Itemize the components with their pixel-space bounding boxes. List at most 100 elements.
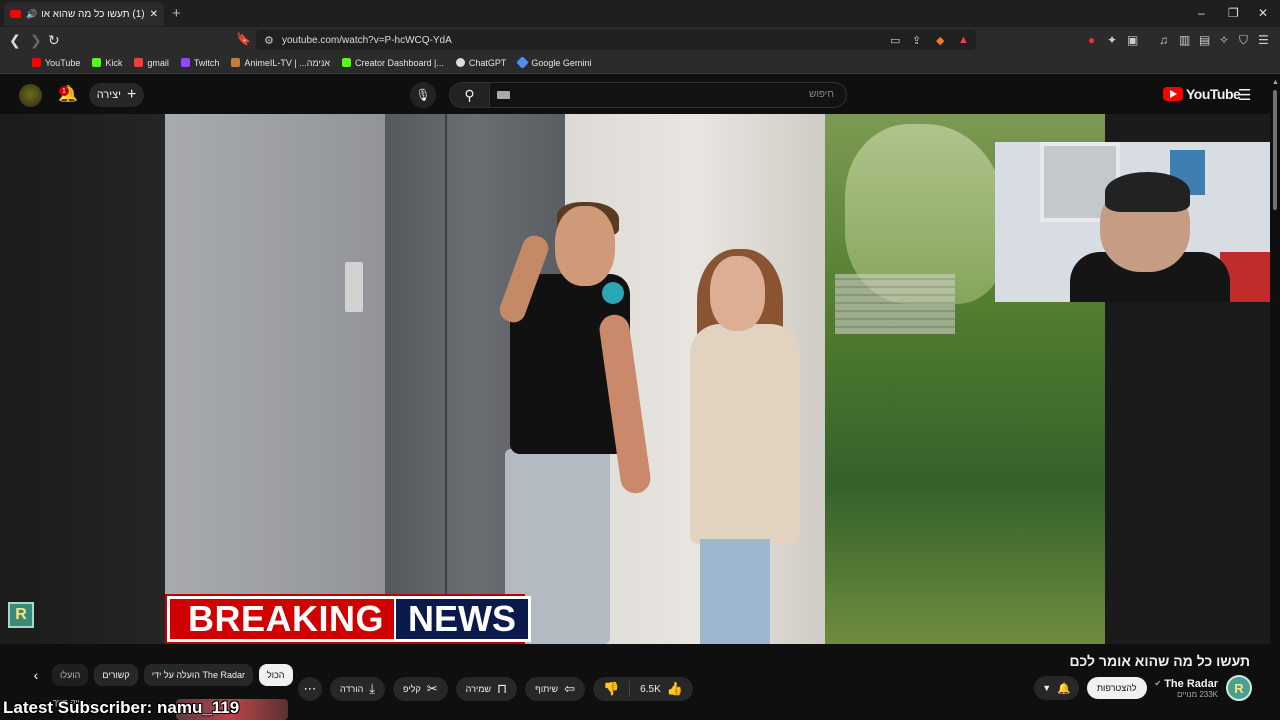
chatgpt-bookmark-icon <box>455 58 465 67</box>
wallet-icon[interactable]: ▤ <box>1199 33 1210 47</box>
channel-name-text: The Radar <box>1164 677 1218 690</box>
bookmark-gmail[interactable]: gmail <box>134 58 169 68</box>
minimize-button[interactable]: – <box>1198 6 1205 20</box>
bell-icon: 🔔 <box>1057 682 1071 695</box>
extension-record-icon[interactable]: ● <box>1088 33 1095 47</box>
keyboard-icon[interactable] <box>497 91 510 99</box>
bookmark-label: Google Gemini <box>531 57 592 68</box>
twitch-bookmark-icon <box>180 58 190 67</box>
cast-icon[interactable]: ▭ <box>890 34 900 47</box>
create-label: יצירה <box>96 89 121 101</box>
youtube-bookmark-icon <box>32 58 41 67</box>
more-actions-button[interactable]: ⋯ <box>298 677 322 701</box>
channel-avatar[interactable]: R <box>1226 675 1252 701</box>
brave-rewards-icon[interactable]: ▲ <box>958 34 969 46</box>
breaking-word: BREAKING <box>167 596 395 642</box>
close-window-button[interactable]: ✕ <box>1258 6 1268 20</box>
like-count: 6.5K <box>640 683 661 695</box>
chip-uploaded[interactable]: הועלו <box>52 664 89 686</box>
like-button[interactable]: 6.5K 👍 <box>630 681 693 697</box>
bookmark-twitch[interactable]: Twitch <box>180 57 220 68</box>
chip-related[interactable]: קשורים <box>94 664 138 686</box>
screenshot-icon[interactable]: ▣ <box>1127 33 1138 47</box>
video-player[interactable]: BREAKING NEWS R <box>0 114 1270 644</box>
extensions-puzzle-icon[interactable]: ✦ <box>1107 33 1117 47</box>
like-dislike-group: 👎 6.5K 👍 <box>592 677 693 701</box>
browser-menu-icon[interactable]: ☰ <box>1258 33 1269 47</box>
scroll-up-arrow-icon[interactable]: ▲ <box>1272 79 1279 86</box>
browser-tab-active[interactable]: 🔊 (1) תעשו כל מה שהוא אומר לכ ✕ <box>4 2 164 26</box>
browser-tab-strip: 🔊 (1) תעשו כל מה שהוא אומר לכ ✕ + – ❐ ✕ <box>0 0 1280 27</box>
kick-bookmark-icon <box>341 58 351 67</box>
scissors-icon: ✂ <box>426 681 438 696</box>
speaker-icon[interactable]: 🔊 <box>26 9 37 20</box>
gmail-bookmark-icon <box>134 58 144 67</box>
chips-prev-arrow-icon[interactable]: ‹ <box>26 664 46 686</box>
sidebar-toggle-icon[interactable]: ▥ <box>1179 33 1190 47</box>
bookmark-animeil[interactable]: AnimeIL-TV | ...אנימה <box>231 58 330 68</box>
bookmark-kick[interactable]: Kick <box>92 58 122 68</box>
maximize-button[interactable]: ❐ <box>1228 6 1239 20</box>
share-label: שיתוף <box>535 684 559 694</box>
bookmark-gemini[interactable]: Google Gemini <box>516 56 592 69</box>
bookmark-label: Twitch <box>193 57 220 68</box>
share-page-icon[interactable]: ⇪ <box>912 34 921 47</box>
create-button[interactable]: יצירה + <box>89 83 144 107</box>
video-title: תעשו כל מה שהוא אומר לכם <box>1069 653 1250 669</box>
youtube-logo[interactable]: YouTube <box>1163 86 1241 102</box>
leo-ai-icon[interactable]: ✧ <box>1219 33 1229 47</box>
chip-by-channel[interactable]: הועלה על ידי The Radar <box>143 664 253 686</box>
address-bar[interactable]: ⚙ youtube.com/watch?v=P-hcWCQ-YdA ▭ ⇪ ◆ … <box>256 30 976 50</box>
close-tab-icon[interactable]: ✕ <box>150 9 158 20</box>
bookmarks-bar: YouTube Kick gmail Twitch AnimeIL-TV | .… <box>0 52 1280 74</box>
bookmark-label: Kick <box>105 57 123 68</box>
scrollbar-thumb[interactable] <box>1273 90 1277 210</box>
channel-name[interactable]: ✔ The Radar <box>1155 678 1219 690</box>
bookmark-icon[interactable]: 🔖 <box>236 32 251 46</box>
clip-label: קליפ <box>403 684 421 694</box>
share-button[interactable]: שיתוף ⇦ <box>525 677 585 701</box>
subscription-bell-button[interactable]: ▼ 🔔 <box>1034 676 1079 700</box>
bookmark-creator-dashboard[interactable]: Creator Dashboard |... <box>341 58 444 68</box>
reload-icon[interactable]: ↻ <box>48 32 60 49</box>
subscriber-count: 233K מנויים <box>1176 689 1218 699</box>
save-button[interactable]: שמירה ⊓ <box>455 677 518 701</box>
youtube-favicon-icon <box>10 10 21 18</box>
bookmark-chatgpt[interactable]: ChatGPT <box>455 57 507 68</box>
site-info-icon[interactable]: ⚙ <box>264 34 274 47</box>
vpn-shield-icon[interactable]: ⛉ <box>1239 33 1248 48</box>
page-scrollbar[interactable]: ▲ <box>1270 75 1280 720</box>
account-avatar[interactable] <box>19 84 42 107</box>
bookmark-label: ChatGPT <box>468 57 507 68</box>
forward-arrow-icon[interactable]: ❯ <box>30 32 42 49</box>
video-scene-door-seam <box>445 114 447 644</box>
chip-all[interactable]: הכול <box>258 664 293 686</box>
search-input[interactable]: ⚲ חיפוש <box>449 82 847 108</box>
bookmark-label: YouTube <box>45 57 81 68</box>
video-frame[interactable]: BREAKING NEWS <box>165 114 1105 644</box>
video-person-woman-head <box>710 256 765 331</box>
guide-menu-icon[interactable]: ☰ <box>1238 86 1251 104</box>
url-text: youtube.com/watch?v=P-hcWCQ-YdA <box>282 34 452 46</box>
download-button[interactable]: הורדה ⤓ <box>330 677 386 701</box>
breaking-news-banner: BREAKING NEWS <box>165 594 532 644</box>
search-icon[interactable]: ⚲ <box>450 83 490 107</box>
channel-info[interactable]: ✔ The Radar 233K מנויים <box>1155 678 1219 699</box>
chevron-down-icon: ▼ <box>1042 683 1052 693</box>
voice-search-mic-icon[interactable]: 🎙 <box>410 82 436 108</box>
video-person-woman-jeans <box>700 539 770 644</box>
search-placeholder: חיפוש <box>809 89 834 100</box>
join-button[interactable]: להצטרפות <box>1086 677 1147 699</box>
dislike-button[interactable]: 👎 <box>593 681 631 697</box>
new-tab-button[interactable]: + <box>172 5 181 22</box>
channel-watermark-logo[interactable]: R <box>8 602 34 628</box>
video-person-man-head <box>555 206 615 286</box>
bookmark-save-icon: ⊓ <box>497 681 508 696</box>
brave-shield-icon[interactable]: ◆ <box>936 34 944 47</box>
youtube-logo-text: YouTube <box>1186 86 1241 102</box>
clip-button[interactable]: קליפ ✂ <box>393 677 448 701</box>
bookmark-youtube[interactable]: YouTube <box>32 58 80 68</box>
notification-count-badge: 1 <box>59 86 69 96</box>
back-arrow-icon[interactable]: ❮ <box>9 32 21 49</box>
media-control-icon[interactable]: ♫ <box>1159 33 1168 47</box>
